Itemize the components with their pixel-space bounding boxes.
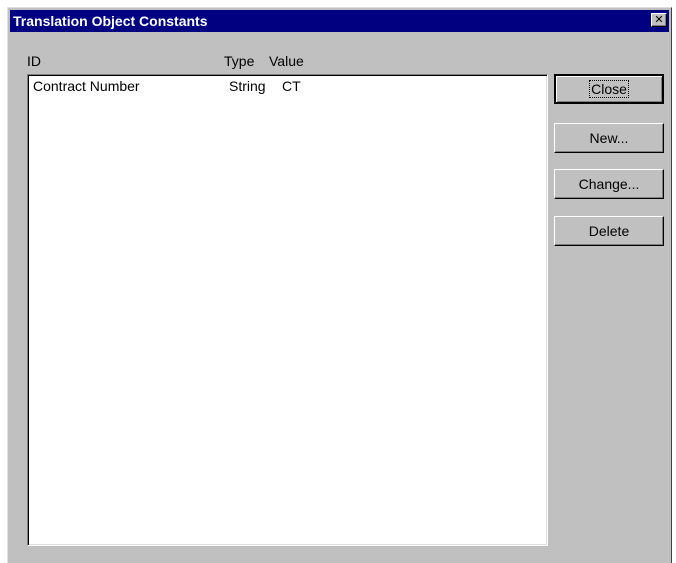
constants-list[interactable]: Contract Number String CT <box>27 74 548 546</box>
change-button-label: Change... <box>578 176 640 192</box>
list-item-id: Contract Number <box>33 78 140 94</box>
title-bar: Translation Object Constants ✕ <box>10 10 669 32</box>
close-button[interactable]: Close <box>554 74 664 104</box>
new-button[interactable]: New... <box>554 123 664 153</box>
list-item[interactable]: Contract Number String CT <box>28 78 547 96</box>
column-header-type: Type <box>224 53 255 69</box>
close-icon: ✕ <box>654 13 664 26</box>
translation-object-constants-dialog: Translation Object Constants ✕ ID Type V… <box>7 7 672 563</box>
close-button-label: Close <box>589 80 629 98</box>
delete-button-label: Delete <box>588 223 630 239</box>
delete-button[interactable]: Delete <box>554 216 664 246</box>
change-button[interactable]: Change... <box>554 169 664 199</box>
list-item-value: CT <box>282 78 301 94</box>
column-header-id: ID <box>27 53 41 69</box>
list-item-type: String <box>229 78 266 94</box>
column-header-value: Value <box>269 53 304 69</box>
new-button-label: New... <box>589 130 629 146</box>
window-title: Translation Object Constants <box>13 13 208 29</box>
close-window-button[interactable]: ✕ <box>651 13 667 27</box>
